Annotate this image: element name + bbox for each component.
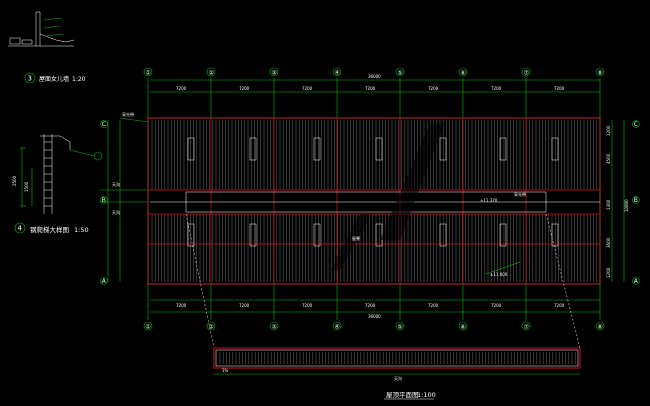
roof-panel-hatching (151, 120, 598, 282)
row-axis-b-left: B (102, 197, 106, 204)
total-depth-dim: 10800 (624, 199, 629, 212)
bay-dim-bottom-3: 7200 (302, 303, 313, 308)
column-axis-label: ③ (271, 324, 276, 331)
strip-slope-label: 1% (222, 368, 229, 373)
detail-4-scale: 1:50 (74, 226, 89, 234)
bay-dim-top-7: 7200 (554, 86, 565, 91)
ridge-label: 屋脊 (352, 235, 360, 241)
vent-note-right: 采光带 (514, 191, 526, 197)
strip-mid-label: 天沟 (394, 375, 402, 381)
roof-plan: 36000 7200 7200 7200 7200 7200 7200 7200… (100, 67, 640, 331)
plan-title: 屋顶平面图 (386, 391, 419, 399)
bay-dim-top-1: 7200 (176, 86, 187, 91)
row-axis-c-left: C (102, 121, 106, 128)
column-axis-label: ⑤ (397, 324, 402, 331)
detail-4-ladder: 2500 1500 4 钢爬梯大样图 1:50 (12, 134, 103, 234)
column-axis-label: ① (145, 324, 150, 331)
row-axis-c-right: C (634, 121, 638, 128)
detail-4-title: 钢爬梯大样图 (30, 225, 69, 234)
column-axis-label: ⑥ (460, 324, 465, 331)
column-axis-label: ⑦ (523, 70, 529, 77)
detail-4-dim-1: 2500 (12, 175, 17, 186)
side-dim-5: 1200 (606, 267, 611, 278)
detail-3-scale: 1:20 (72, 76, 86, 83)
cad-drawing-canvas: 3 屋面女儿墙 1:20 2500 1500 4 钢爬梯大样图 1:50 360… (8, 11, 640, 400)
gutter-note-right: 天沟 (112, 209, 120, 215)
ridge-elevation-note: ±11.370 (480, 198, 498, 203)
bay-dim-top-3: 7200 (302, 86, 313, 91)
bay-dim-bottom-2: 7200 (239, 303, 250, 308)
column-axis-label: ② (208, 70, 214, 77)
bay-dim-top-4: 7200 (365, 86, 376, 91)
bay-dim-bottom-1: 7200 (176, 303, 187, 308)
vent-note-left: 采光带 (122, 111, 134, 117)
bay-dim-bottom-4: 7200 (365, 303, 376, 308)
bay-dim-bottom-5: 7200 (428, 303, 439, 308)
side-dim-4: 3600 (606, 237, 611, 248)
column-axis-label: ⑧ (597, 70, 602, 77)
detail-4-dim-2: 1500 (24, 181, 29, 192)
bay-dim-top-6: 7200 (491, 86, 502, 91)
column-axis-label: ⑥ (460, 70, 465, 77)
column-axis-label: ④ (334, 324, 339, 331)
column-axis-label: ① (145, 70, 150, 77)
bay-dim-top-2: 7200 (239, 86, 250, 91)
detail-3-title: 屋面女儿墙 (39, 75, 69, 83)
side-dim-3: 1300 (606, 199, 611, 210)
side-dim-1: 1200 (606, 125, 611, 136)
bay-dim-bottom-7: 7200 (554, 303, 565, 308)
overall-dim-bottom: 36000 (368, 314, 381, 319)
plan-scale: 1:100 (417, 391, 436, 399)
row-axis-b-right: B (634, 197, 638, 204)
column-axis-label: ⑧ (597, 324, 602, 331)
column-axis-label: ⑦ (523, 324, 529, 331)
column-axis-label: ④ (334, 70, 339, 77)
bay-dim-top-5: 7200 (428, 86, 439, 91)
detail-3-number: 3 (28, 75, 32, 83)
overall-dim-top: 36000 (368, 74, 381, 79)
gutter-note-left: 天沟 (112, 181, 120, 187)
side-dim-2: 4500 (606, 153, 611, 164)
bay-dim-bottom-6: 7200 (491, 303, 502, 308)
detail-3-parapet: 3 屋面女儿墙 1:20 (8, 11, 86, 84)
eave-elevation-note: ±11.000 (490, 272, 508, 277)
column-axis-label: ③ (271, 70, 276, 77)
detail-4-number: 4 (18, 225, 23, 233)
column-axis-label: ⑤ (397, 70, 402, 77)
